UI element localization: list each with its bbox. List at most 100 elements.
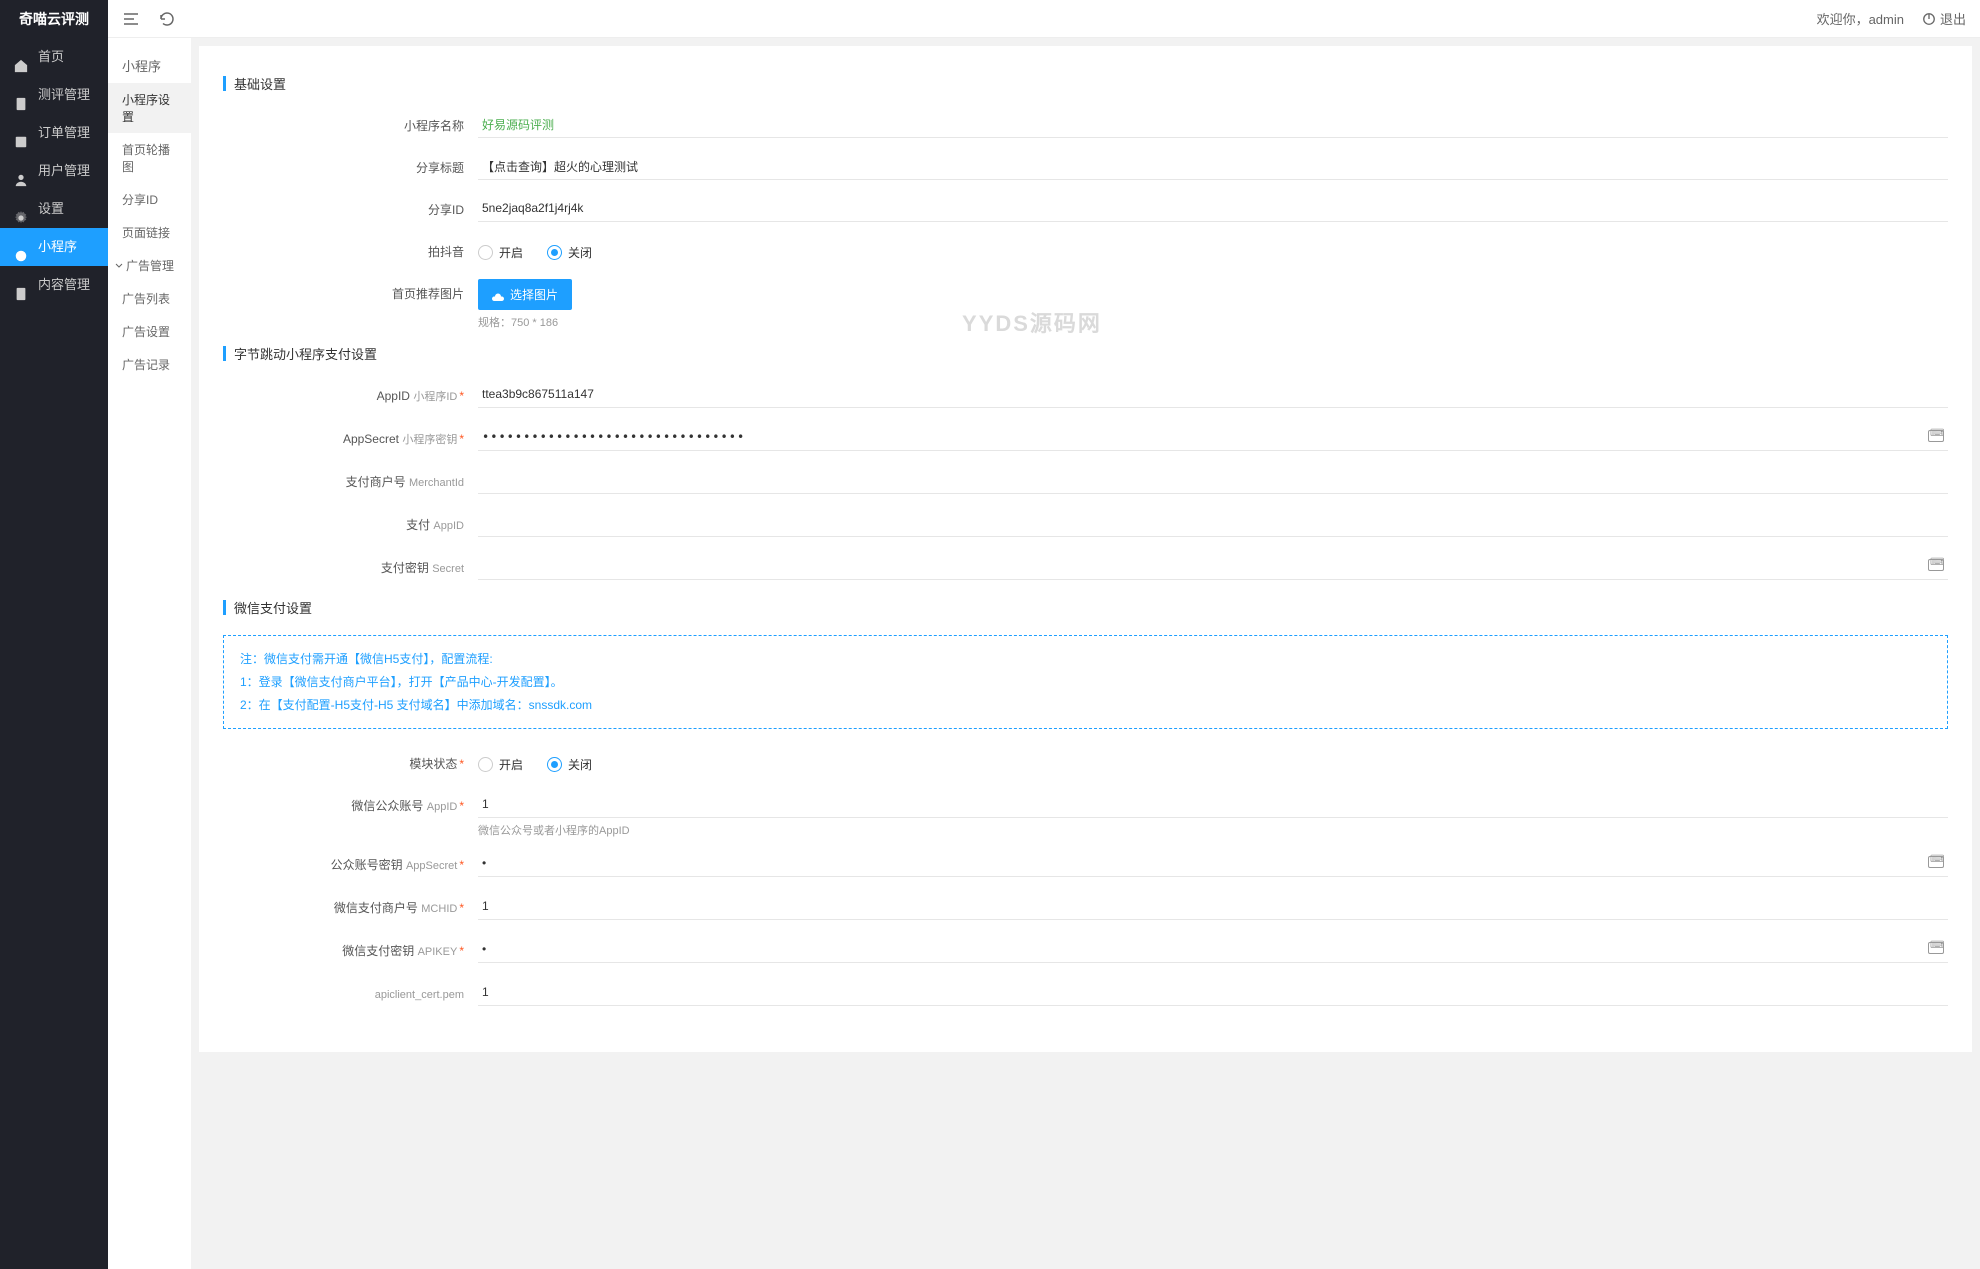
title-bar-icon (223, 346, 226, 361)
nav-label: 订单管理 (38, 114, 90, 152)
input-merchant[interactable] (478, 467, 1948, 494)
app-icon (14, 240, 28, 254)
title-bar-icon (223, 600, 226, 615)
main-sidebar: 奇喵云评测 首页 测评管理 订单管理 用户管理 设置 小程序 内容管理 (0, 0, 108, 1269)
menu-toggle-icon[interactable] (122, 10, 140, 28)
radio-label: 开启 (499, 756, 523, 773)
input-wx-secret[interactable] (478, 850, 1948, 877)
subnav-ad-settings[interactable]: 广告设置 (108, 315, 191, 348)
nav-label: 首页 (38, 38, 64, 76)
keyboard-icon (1928, 856, 1944, 868)
label-home-img: 首页推荐图片 (223, 279, 478, 309)
wx-appid-help: 微信公众号或者小程序的AppID (478, 822, 1948, 838)
label-appsecret: AppSecret 小程序密钥* (223, 424, 478, 455)
section-wechat-title: 微信支付设置 (223, 598, 1948, 617)
input-mchid[interactable] (478, 893, 1948, 920)
label-appid: AppID 小程序ID* (223, 381, 478, 412)
label-mchid: 微信支付商户号 MCHID* (223, 893, 478, 924)
cloud-upload-icon (492, 289, 504, 301)
section-title-text: 字节跳动小程序支付设置 (234, 344, 377, 363)
subnav-share-id[interactable]: 分享ID (108, 183, 191, 216)
keyboard-icon (1928, 942, 1944, 954)
nav-assessment[interactable]: 测评管理 (0, 76, 108, 114)
upload-image-button[interactable]: 选择图片 (478, 279, 572, 310)
radio-label: 开启 (499, 244, 523, 261)
radio-label: 关闭 (568, 756, 592, 773)
subnav: 小程序 小程序设置 首页轮播图 分享ID 页面链接 广告管理 广告列表 广告设置… (108, 38, 191, 1269)
note-line: 2：在【支付配置-H5支付-H5 支付域名】中添加域名：snssdk.com (240, 694, 1931, 717)
input-pay-secret[interactable] (478, 553, 1948, 580)
subnav-page-link[interactable]: 页面链接 (108, 216, 191, 249)
radio-module-status: 开启 关闭 (478, 749, 1948, 779)
input-pay-appid[interactable] (478, 510, 1948, 537)
nav-label: 小程序 (38, 228, 77, 266)
radio-label: 关闭 (568, 244, 592, 261)
app-logo: 奇喵云评测 (0, 0, 108, 38)
label-pay-appid: 支付 AppID (223, 510, 478, 541)
chevron-down-icon (114, 261, 124, 271)
logout-button[interactable]: 退出 (1922, 9, 1966, 28)
gear-icon (14, 202, 28, 216)
radio-icon (478, 757, 493, 772)
title-bar-icon (223, 76, 226, 91)
section-title-text: 微信支付设置 (234, 598, 312, 617)
header: 欢迎你，admin 退出 (108, 0, 1980, 38)
logout-label: 退出 (1940, 9, 1966, 28)
subnav-carousel[interactable]: 首页轮播图 (108, 133, 191, 183)
input-appsecret[interactable] (478, 424, 1948, 451)
subnav-ad-group[interactable]: 广告管理 (108, 249, 191, 282)
note-line: 1：登录【微信支付商户平台】，打开【产品中心-开发配置】。 (240, 671, 1931, 694)
nav-label: 设置 (38, 190, 64, 228)
list-icon (14, 126, 28, 140)
subnav-ad-records[interactable]: 广告记录 (108, 348, 191, 381)
welcome-text: 欢迎你，admin (1817, 9, 1904, 28)
label-miniapp-name: 小程序名称 (223, 111, 478, 141)
keyboard-icon (1928, 430, 1944, 442)
label-cert: apiclient_cert.pem (223, 979, 478, 1010)
nav-content[interactable]: 内容管理 (0, 266, 108, 304)
img-spec-help: 规格：750 * 186 (478, 314, 1948, 330)
radio-douyin: 开启 关闭 (478, 237, 1948, 267)
refresh-icon[interactable] (158, 10, 176, 28)
user-icon (14, 164, 28, 178)
label-share-id: 分享ID (223, 195, 478, 225)
nav-users[interactable]: 用户管理 (0, 152, 108, 190)
section-bytedance-title: 字节跳动小程序支付设置 (223, 344, 1948, 363)
input-wx-appid[interactable] (478, 791, 1948, 818)
input-share-id[interactable] (478, 195, 1948, 222)
nav-miniapp[interactable]: 小程序 (0, 228, 108, 266)
subnav-miniapp-settings[interactable]: 小程序设置 (108, 83, 191, 133)
radio-icon (547, 245, 562, 260)
subnav-ad-list[interactable]: 广告列表 (108, 282, 191, 315)
file-icon (14, 278, 28, 292)
input-cert[interactable] (478, 979, 1948, 1006)
subnav-group-label: 广告管理 (126, 257, 174, 274)
label-wx-secret: 公众账号密钥 AppSecret* (223, 850, 478, 881)
radio-status-off[interactable]: 关闭 (547, 756, 592, 773)
input-share-title[interactable] (478, 153, 1948, 180)
label-wx-appid: 微信公众账号 AppID* (223, 791, 478, 822)
doc-icon (14, 88, 28, 102)
nav-label: 用户管理 (38, 152, 90, 190)
radio-icon (547, 757, 562, 772)
upload-btn-label: 选择图片 (510, 286, 558, 303)
radio-douyin-off[interactable]: 关闭 (547, 244, 592, 261)
form-panel: 基础设置 小程序名称 分享标题 分享ID 拍抖音 开启 关闭 首页推荐图片 (199, 46, 1972, 1052)
input-apikey[interactable] (478, 936, 1948, 963)
section-title-text: 基础设置 (234, 74, 286, 93)
input-appid[interactable] (478, 381, 1948, 408)
radio-status-on[interactable]: 开启 (478, 756, 523, 773)
nav-label: 内容管理 (38, 266, 90, 304)
nav-home[interactable]: 首页 (0, 38, 108, 76)
label-pay-secret: 支付密钥 Secret (223, 553, 478, 584)
label-module-status: 模块状态* (223, 749, 478, 779)
input-miniapp-name[interactable] (478, 111, 1948, 138)
label-merchant: 支付商户号 MerchantId (223, 467, 478, 498)
label-share-title: 分享标题 (223, 153, 478, 183)
keyboard-icon (1928, 559, 1944, 571)
nav-orders[interactable]: 订单管理 (0, 114, 108, 152)
radio-douyin-on[interactable]: 开启 (478, 244, 523, 261)
label-apikey: 微信支付密钥 APIKEY* (223, 936, 478, 967)
nav-settings[interactable]: 设置 (0, 190, 108, 228)
wechat-note-box: 注：微信支付需开通【微信H5支付】，配置流程: 1：登录【微信支付商户平台】，打… (223, 635, 1948, 729)
